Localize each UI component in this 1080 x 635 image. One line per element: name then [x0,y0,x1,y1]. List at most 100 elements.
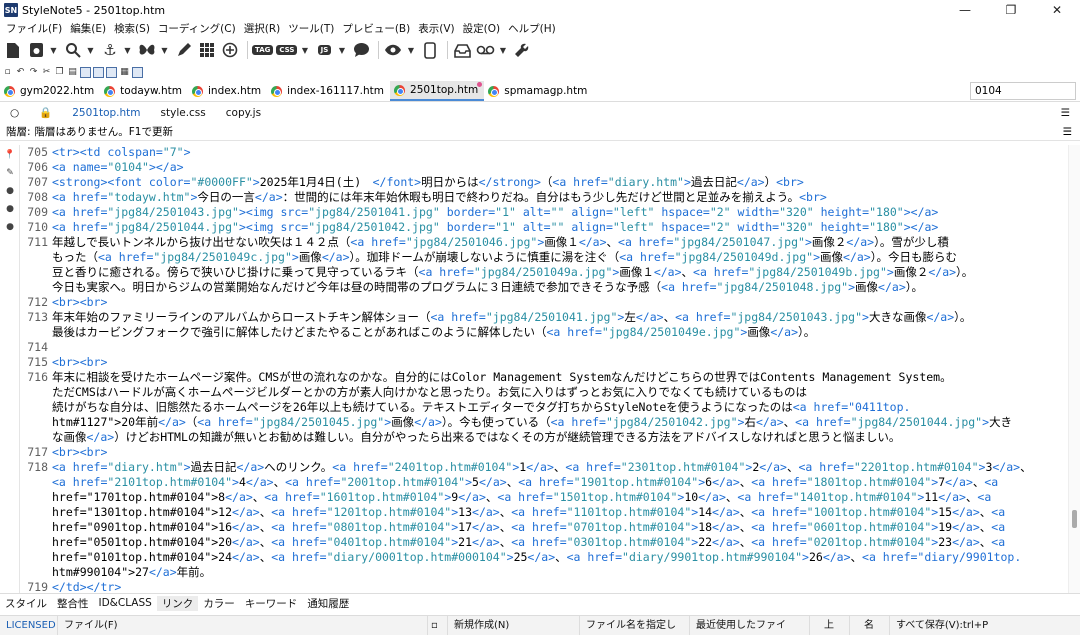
comment-icon[interactable] [351,39,371,61]
record-icon[interactable]: ● [2,201,18,217]
new-file-icon[interactable] [3,39,23,61]
tab-color[interactable]: カラー [198,596,240,611]
subtab-html[interactable]: 2501top.htm [62,107,150,119]
code-line: 712 <br><br> [20,295,1068,310]
js-icon[interactable]: JS [314,39,334,61]
file-tab[interactable]: todayw.htm [100,81,188,101]
inbox-icon[interactable] [452,39,472,61]
hierarchy-bar: 階層: 階層はありません。F1で更新 ☰ [0,123,1080,141]
record-icon[interactable]: ● [2,183,18,199]
search-dropdown-icon[interactable]: ▼ [86,39,95,61]
scroll-thumb[interactable] [1072,510,1077,528]
page-icon[interactable]: ▫ [2,67,13,78]
code-line: 705 <tr><td colspan="7"> [20,145,1068,160]
record-icon[interactable]: ● [2,219,18,235]
tape-icon[interactable] [475,39,495,61]
code-line: href="0501top.htm#0104">20</a>、<a href="… [20,535,1068,550]
code-line: 706 <a name="0104"></a> [20,160,1068,175]
recent-file-button[interactable]: 最近使用したファイ [690,615,810,635]
open-file-icon[interactable] [26,39,46,61]
specify-name-button[interactable]: ファイル名を指定し [580,615,690,635]
subtab-css[interactable]: style.css [151,107,216,119]
pin-icon[interactable]: 📍 [2,147,18,163]
code-editor[interactable]: 705 <tr><td colspan="7"> 706 <a name="0104"… [20,145,1068,593]
copy-icon[interactable]: ❐ [54,67,65,78]
search-input[interactable] [970,82,1076,100]
new-file-button[interactable]: 新規作成(N) [448,615,580,635]
lock-icon[interactable]: 🔒 [29,106,62,119]
menu-tools[interactable]: ツール(T) [284,21,338,36]
code-text: <br><br> [52,355,108,369]
mobile-icon[interactable] [420,39,440,61]
undo-icon[interactable]: ↶ [15,67,26,78]
code-line: 718 <a href="diary.htm">過去日記</a>へのリンク。<a … [20,460,1068,475]
anchor-dropdown-icon[interactable]: ▼ [123,39,132,61]
name-button[interactable]: 名 [850,615,890,635]
layout-split-horizontal-icon[interactable] [93,66,104,78]
tab-link[interactable]: リンク [156,595,199,611]
eye-dropdown-icon[interactable]: ▼ [406,39,415,61]
maximize-icon[interactable]: ❐ [988,0,1034,20]
wrench-icon[interactable] [512,39,532,61]
add-circle-icon[interactable] [220,39,240,61]
file-tab[interactable]: spmamagp.htm [484,81,593,101]
list-icon[interactable]: ☰ [1063,126,1072,138]
layout-single-icon[interactable] [80,66,91,78]
window-controls: — ❐ ✕ [942,0,1080,20]
menu-coding[interactable]: コーディング(C) [154,21,240,36]
menu-search[interactable]: 検索(S) [110,21,154,36]
code-text: 続けがちな自分は、旧態然たるホームページを26年以上も続けている。テキストエディ… [52,400,911,414]
menu-edit[interactable]: 編集(E) [66,21,110,36]
redo-icon[interactable]: ↷ [28,67,39,78]
tape-dropdown-icon[interactable]: ▼ [498,39,507,61]
file-tab-active[interactable]: 2501top.htm [390,81,485,101]
save-all-button[interactable]: すべて保存(V):trl+P [890,616,1000,635]
tag-icon[interactable]: TAG [252,39,274,61]
tab-id-class[interactable]: ID&CLASS [94,597,157,609]
subtab-js[interactable]: copy.js [216,107,271,119]
tab-keyword[interactable]: キーワード [240,596,303,611]
close-icon[interactable]: ✕ [1034,0,1080,20]
line-number: 718 [20,460,51,475]
grid-icon[interactable] [197,39,217,61]
minimize-icon[interactable]: — [942,0,988,20]
menu-preview[interactable]: プレビュー(B) [338,21,414,36]
js-dropdown-icon[interactable]: ▼ [337,39,346,61]
butterfly-dropdown-icon[interactable]: ▼ [160,39,169,61]
pen-icon[interactable] [174,39,194,61]
tab-integrity[interactable]: 整合性 [52,596,94,611]
layout-split-vertical-icon[interactable] [106,66,117,78]
css-dropdown-icon[interactable]: ▼ [300,39,309,61]
line-number: 705 [20,145,51,160]
butterfly-icon[interactable] [137,39,157,61]
menu-help[interactable]: ヘルプ(H) [504,21,560,36]
file-menu-button[interactable]: ファイル(F) [58,615,428,635]
chrome-icon [4,85,15,97]
anchor-icon[interactable]: ⚓ [100,39,120,61]
vertical-scrollbar[interactable] [1068,145,1080,593]
paste-icon[interactable]: ▤ [67,67,78,78]
menu-lines-icon[interactable]: ☰ [1051,107,1080,119]
tab-style[interactable]: スタイル [0,596,52,611]
line-number: 713 [20,310,51,325]
layout-quad-icon[interactable]: ▦ [119,67,130,78]
file-tab[interactable]: gym2022.htm [0,81,100,101]
pencil-icon[interactable]: ✎ [2,165,18,181]
search-icon[interactable] [63,39,83,61]
cut-icon[interactable]: ✂ [41,67,52,78]
open-dropdown-icon[interactable]: ▼ [49,39,58,61]
menu-select[interactable]: 選択(R) [240,21,285,36]
menu-view[interactable]: 表示(V) [414,21,458,36]
layout-bottom-icon[interactable] [132,66,143,78]
menu-settings[interactable]: 設定(O) [459,21,504,36]
file-tab[interactable]: index-161117.htm [267,81,390,101]
tab-notification-history[interactable]: 通知履歴 [302,596,354,611]
menu-file[interactable]: ファイル(F) [2,21,66,36]
up-button[interactable]: 上 [810,615,850,635]
eye-icon[interactable] [383,39,403,61]
circle-icon[interactable]: ○ [0,107,29,119]
css-icon[interactable]: CSS [276,39,298,61]
file-tab[interactable]: index.htm [188,81,267,101]
new-file-icon: ▫ [428,615,448,635]
code-line: 続けがちな自分は、旧態然たるホームページを26年以上も続けている。テキストエディ… [20,400,1068,415]
